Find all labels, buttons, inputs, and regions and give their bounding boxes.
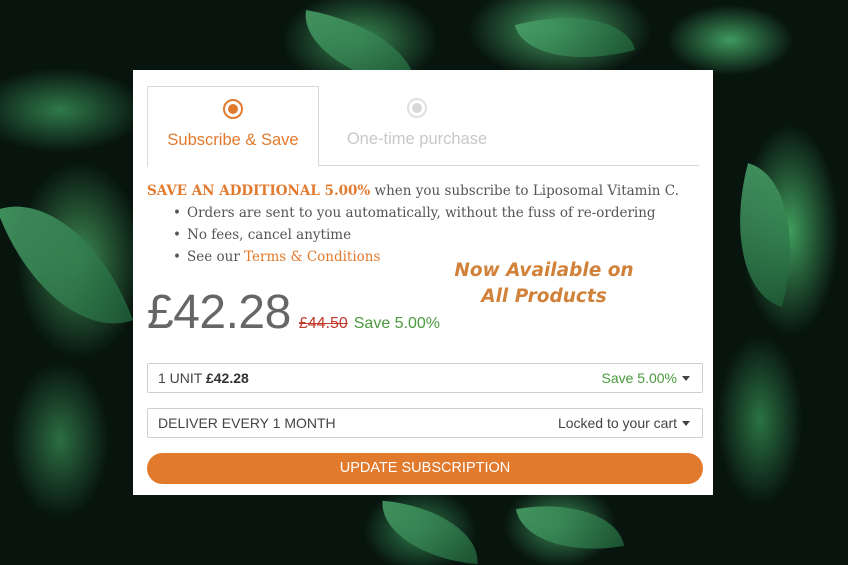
- update-subscription-button[interactable]: UPDATE SUBSCRIPTION: [147, 453, 703, 484]
- quantity-savings: Save 5.00%: [601, 370, 678, 386]
- subscription-card: Subscribe & Save One-time purchase SAVE …: [133, 70, 713, 495]
- tab-one-time-purchase[interactable]: One-time purchase: [319, 86, 515, 166]
- quantity-select-right: Save 5.00%: [601, 370, 690, 386]
- tab-label: One-time purchase: [346, 130, 488, 148]
- promo-line: All Products: [481, 286, 607, 307]
- chevron-down-icon: [682, 420, 690, 426]
- leaf-decoration: [515, 491, 625, 564]
- promo-banner: Now Available on All Products: [454, 258, 634, 310]
- subscription-description: SAVE AN ADDITIONAL 5.00% when you subscr…: [147, 180, 699, 268]
- description-text: when you subscribe to Liposomal Vitamin …: [370, 183, 679, 199]
- current-price: £42.28: [147, 286, 291, 339]
- radio-unselected-icon[interactable]: [407, 98, 427, 118]
- delivery-label: DELIVER EVERY 1 MONTH: [158, 415, 336, 431]
- price-row: £42.28 £44.50 Save 5.00%: [147, 285, 440, 340]
- chevron-down-icon: [682, 375, 690, 381]
- leaf-decoration: [714, 163, 816, 307]
- list-item: Orders are sent to you automatically, wi…: [173, 202, 699, 224]
- tab-subscribe-save[interactable]: Subscribe & Save: [147, 86, 319, 167]
- terms-link[interactable]: Terms & Conditions: [244, 249, 380, 265]
- savings-text: Save 5.00%: [353, 315, 441, 332]
- quantity-label: 1 UNIT £42.28: [158, 370, 249, 386]
- original-price: £44.50: [298, 315, 348, 332]
- radio-selected-icon[interactable]: [223, 99, 243, 119]
- discount-highlight: SAVE AN ADDITIONAL 5.00%: [147, 183, 371, 199]
- description-intro: SAVE AN ADDITIONAL 5.00% when you subscr…: [147, 180, 699, 202]
- purchase-type-tabs: Subscribe & Save One-time purchase: [147, 86, 699, 167]
- leaf-decoration: [514, 0, 636, 79]
- terms-prefix: See our: [187, 249, 245, 265]
- unit-price: £42.28: [205, 370, 249, 386]
- quantity-select[interactable]: 1 UNIT £42.28 Save 5.00%: [147, 363, 703, 393]
- delivery-frequency-select[interactable]: DELIVER EVERY 1 MONTH Locked to your car…: [147, 408, 703, 438]
- delivery-select-right: Locked to your cart: [558, 415, 690, 431]
- list-item: No fees, cancel anytime: [173, 224, 699, 246]
- unit-count: 1 UNIT: [158, 370, 206, 386]
- leaf-decoration: [377, 500, 483, 565]
- promo-line: Now Available on: [454, 260, 634, 281]
- leaf-decoration: [0, 179, 133, 351]
- tab-label: Subscribe & Save: [167, 131, 299, 149]
- delivery-lock-status: Locked to your cart: [557, 415, 677, 431]
